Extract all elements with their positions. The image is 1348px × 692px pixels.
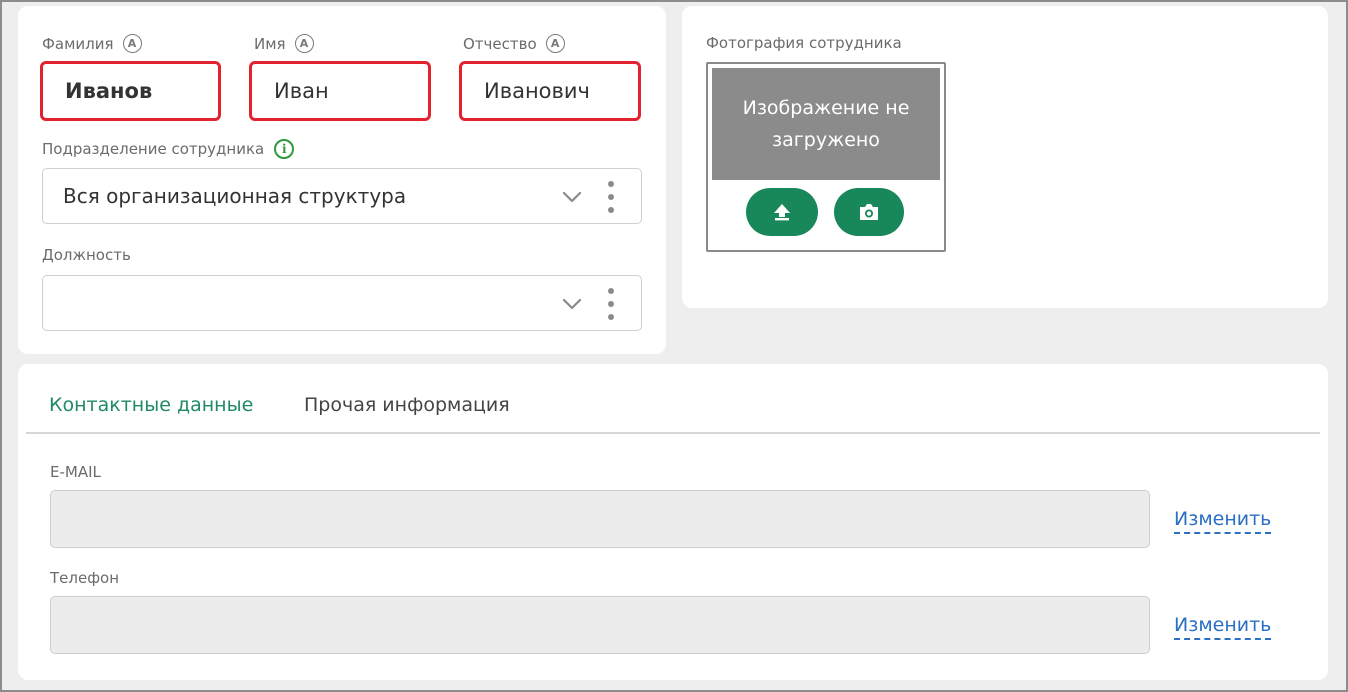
autofill-badge-icon: A (294, 34, 314, 53)
info-icon[interactable]: i (274, 139, 295, 159)
chevron-down-icon[interactable] (561, 186, 583, 208)
tab-other-info[interactable]: Прочая информация (304, 394, 510, 416)
photo-frame: Изображение не загружено (706, 62, 946, 252)
last-name-label: Фамилия A (42, 34, 142, 53)
middle-name-input[interactable]: Иванович (459, 61, 641, 121)
change-phone-link[interactable]: Изменить (1174, 612, 1272, 640)
email-label: E-MAIL (50, 463, 101, 481)
position-select[interactable] (42, 275, 642, 331)
change-email-link[interactable]: Изменить (1174, 506, 1272, 534)
employee-name-card: Фамилия A Имя A Отчество A Иванов Иван И… (18, 6, 666, 354)
autofill-badge-icon: A (122, 34, 142, 53)
photo-label: Фотография сотрудника (706, 34, 902, 52)
tabs-divider (26, 432, 1320, 434)
camera-icon (860, 204, 878, 220)
last-name-input[interactable]: Иванов (40, 61, 221, 121)
photo-placeholder: Изображение не загружено (712, 68, 940, 180)
upload-icon (774, 204, 790, 221)
position-label: Должность (42, 246, 131, 264)
first-name-label: Имя A (254, 34, 314, 53)
take-photo-button[interactable] (834, 188, 904, 236)
phone-field (50, 596, 1150, 654)
department-label: Подразделение сотрудника i (42, 139, 295, 159)
employee-photo-card: Фотография сотрудника Изображение не заг… (682, 6, 1328, 308)
first-name-input[interactable]: Иван (249, 61, 431, 121)
chevron-down-icon[interactable] (561, 293, 583, 315)
middle-name-label: Отчество A (463, 34, 565, 53)
department-select-value: Вся организационная структура (63, 184, 407, 208)
more-vertical-icon[interactable] (607, 287, 615, 321)
autofill-badge-icon: A (545, 34, 565, 53)
contacts-card: Контактные данные Прочая информация E-MA… (18, 364, 1328, 680)
department-select[interactable]: Вся организационная структура (42, 168, 642, 224)
phone-label: Телефон (50, 569, 120, 587)
tab-contact-data[interactable]: Контактные данные (49, 394, 253, 416)
email-field (50, 490, 1150, 548)
more-vertical-icon[interactable] (607, 180, 615, 214)
upload-photo-button[interactable] (746, 188, 818, 236)
